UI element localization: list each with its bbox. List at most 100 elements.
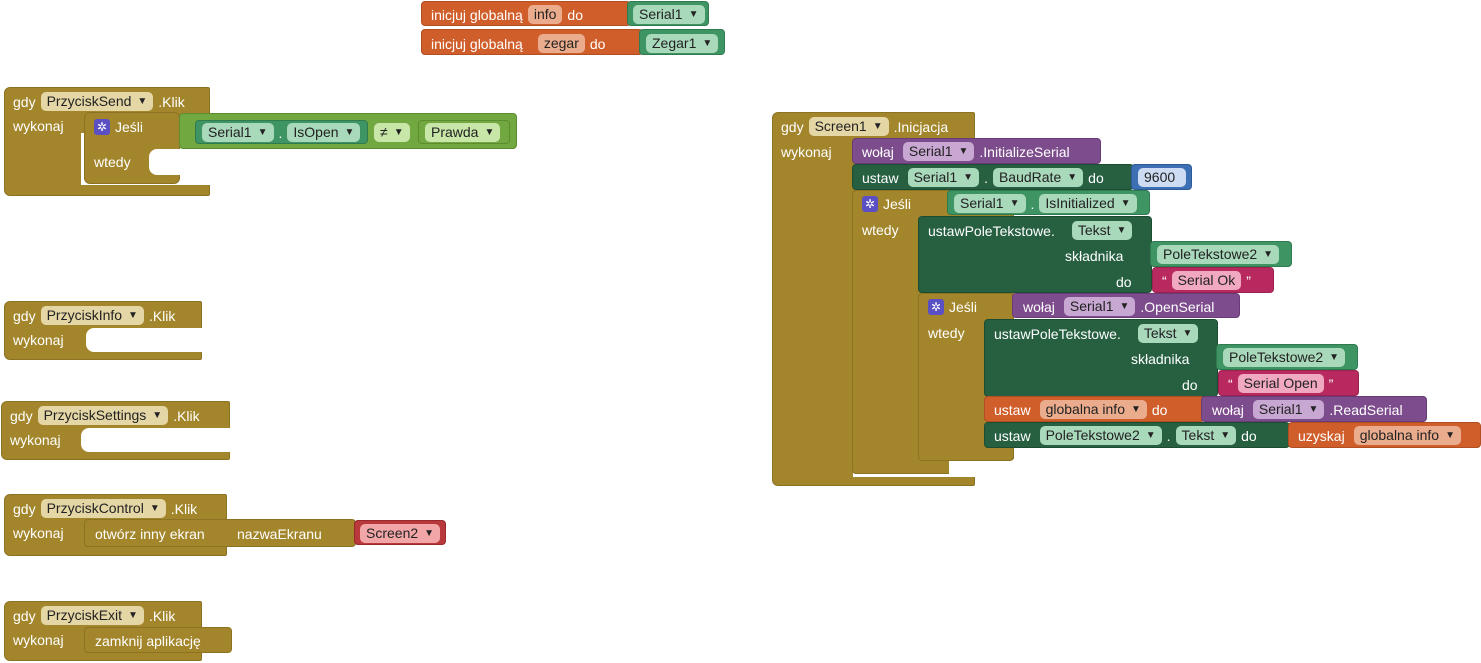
component-dropdown[interactable]: Serial1 ▼	[202, 123, 274, 142]
quote-close: ”	[1246, 272, 1251, 289]
component-block[interactable]: PoleTekstowe2 ▼	[1216, 344, 1358, 370]
chevron-down-icon: ▼	[1182, 327, 1193, 339]
component-dropdown[interactable]: PoleTekstowe2 ▼	[1039, 426, 1162, 445]
component-block[interactable]: PoleTekstowe2 ▼	[1150, 241, 1292, 267]
component-dropdown[interactable]: Serial1 ▼	[954, 194, 1026, 213]
global-info-block[interactable]: inicjuj globalną info do	[421, 1, 631, 26]
set-global-block[interactable]: ustaw globalna info ▼ do	[984, 396, 1205, 422]
screen-name-param: nazwaEkranu	[237, 526, 322, 542]
component-dropdown[interactable]: PrzyciskSettings ▼	[37, 406, 169, 425]
chevron-down-icon: ▼	[484, 126, 495, 138]
gear-icon[interactable]: ✲	[928, 299, 944, 315]
chevron-down-icon: ▼	[1145, 429, 1156, 441]
chevron-down-icon: ▼	[1120, 197, 1131, 209]
do-label: do	[589, 35, 606, 52]
call-open-serial[interactable]: wołaj Serial1 ▼ .OpenSerial	[1012, 293, 1240, 318]
number-field[interactable]: 9600	[1138, 168, 1186, 187]
if-block[interactable]: ✲ Jeśli wtedy	[84, 112, 181, 184]
wykonaj-label: wykonaj	[13, 118, 64, 134]
get-global-block[interactable]: uzyskaj globalna info ▼	[1288, 422, 1481, 448]
statement-slot	[86, 328, 203, 352]
chevron-down-icon: ▼	[872, 120, 883, 132]
component-dropdown[interactable]: PrzyciskInfo ▼	[40, 306, 144, 325]
component-dropdown[interactable]: Serial1 ▼	[1252, 400, 1325, 419]
call-label: wołaj	[1212, 401, 1244, 418]
dot-label: .	[1166, 427, 1171, 444]
component-dropdown[interactable]: Zegar1 ▼	[646, 34, 719, 53]
component-dropdown[interactable]: Screen1 ▼	[808, 117, 889, 136]
screen-dropdown[interactable]: Screen2 ▼	[360, 524, 441, 543]
chevron-down-icon: ▼	[424, 527, 435, 539]
component-dropdown[interactable]: Serial1 ▼	[907, 168, 980, 187]
component-dropdown[interactable]: PrzyciskControl ▼	[40, 499, 166, 518]
boolean-block[interactable]: Prawda ▼	[418, 120, 510, 144]
set-baudrate-block[interactable]: ustaw Serial1 ▼ . BaudRate ▼ do	[852, 164, 1134, 190]
do-label: do	[1088, 169, 1104, 186]
global-zegar-block[interactable]: inicjuj globalną zegar do	[421, 29, 643, 55]
gear-icon[interactable]: ✲	[94, 119, 110, 135]
screen-name-block[interactable]: Screen2 ▼	[354, 520, 446, 545]
chevron-down-icon: ▼	[1263, 248, 1274, 260]
property-dropdown[interactable]: BaudRate ▼	[992, 168, 1084, 187]
component-dropdown[interactable]: PoleTekstowe2 ▼	[1223, 348, 1346, 367]
event-label: .Klik	[148, 607, 176, 624]
chevron-down-icon: ▼	[1119, 300, 1130, 312]
call-initialize-serial[interactable]: wołaj Serial1 ▼ .InitializeSerial	[852, 138, 1101, 164]
global-name-field[interactable]: info	[527, 5, 563, 24]
component-block[interactable]: Zegar1 ▼	[639, 29, 725, 55]
property-dropdown[interactable]: IsInitialized ▼	[1039, 194, 1137, 213]
call-read-serial[interactable]: wołaj Serial1 ▼ .ReadSerial	[1201, 396, 1427, 422]
close-app-block[interactable]: zamknij aplikację	[84, 627, 232, 653]
dot-label: .	[1030, 195, 1035, 212]
chevron-down-icon: ▼	[1009, 197, 1020, 209]
chevron-down-icon: ▼	[1308, 403, 1319, 415]
close-app-label: zamknij aplikację	[95, 633, 201, 649]
number-block[interactable]: 9600	[1131, 164, 1192, 190]
isinitialized-getter[interactable]: Serial1 ▼ . IsInitialized ▼	[947, 190, 1150, 215]
global-name-field[interactable]: zegar	[537, 34, 585, 53]
gdy-label: gdy	[781, 118, 804, 135]
gdy-label: gdy	[13, 500, 36, 517]
gear-icon[interactable]: ✲	[862, 196, 878, 212]
component-dropdown[interactable]: PrzyciskExit ▼	[40, 606, 144, 625]
chevron-down-icon: ▼	[257, 126, 268, 138]
text-field[interactable]: Serial Open	[1237, 374, 1324, 393]
component-dropdown[interactable]: PrzyciskSend ▼	[40, 92, 154, 111]
component-block[interactable]: Serial1 ▼	[627, 1, 709, 26]
set-property-block[interactable]: ustaw PoleTekstowe2 ▼ . Tekst ▼ do	[984, 422, 1290, 448]
event-przyciskinfo-klik[interactable]: gdy PrzyciskInfo ▼ .Klik wykonaj	[4, 301, 203, 360]
variable-dropdown[interactable]: globalna info ▼	[1353, 426, 1461, 445]
set-label: ustaw	[862, 169, 899, 186]
operator-dropdown[interactable]: ≠ ▼	[374, 123, 410, 142]
text-block[interactable]: “ Serial Open ”	[1218, 370, 1359, 396]
chevron-down-icon: ▼	[1116, 224, 1127, 236]
set-textbox-block[interactable]: ustawPoleTekstowe. Tekst ▼ składnika do	[918, 216, 1152, 293]
chevron-down-icon: ▼	[149, 502, 160, 514]
component-dropdown[interactable]: Serial1 ▼	[633, 5, 705, 24]
component-getter[interactable]: Serial1 ▼ . IsOpen ▼	[195, 120, 368, 144]
wykonaj-label: wykonaj	[13, 332, 64, 348]
property-dropdown[interactable]: Tekst ▼	[1071, 221, 1133, 240]
quote-open: “	[1228, 375, 1233, 392]
property-dropdown[interactable]: Tekst ▼	[1175, 426, 1237, 445]
property-dropdown[interactable]: Tekst ▼	[1137, 324, 1199, 343]
component-dropdown[interactable]: PoleTekstowe2 ▼	[1157, 245, 1280, 264]
if-label: Jeśli	[115, 119, 144, 135]
chevron-down-icon: ▼	[393, 126, 404, 138]
boolean-dropdown[interactable]: Prawda ▼	[425, 123, 501, 142]
set-textbox-block[interactable]: ustawPoleTekstowe. Tekst ▼ składnika do	[984, 319, 1218, 397]
event-przycisksettings-klik[interactable]: gdy PrzyciskSettings ▼ .Klik wykonaj	[1, 401, 231, 460]
variable-dropdown[interactable]: globalna info ▼	[1039, 400, 1147, 419]
open-screen-block[interactable]: otwórz inny ekran nazwaEkranu	[84, 519, 356, 547]
compare-block[interactable]: Serial1 ▼ . IsOpen ▼ ≠ ▼ Prawda ▼	[179, 113, 517, 149]
event-label: .Inicjacja	[893, 118, 949, 135]
component-dropdown[interactable]: Serial1 ▼	[902, 142, 975, 161]
event-label: .Klik	[148, 307, 176, 324]
dot-label: .	[984, 169, 988, 186]
set-label: ustaw	[994, 401, 1031, 418]
set-textbox-label: ustawPoleTekstowe.	[928, 222, 1055, 239]
component-dropdown[interactable]: Serial1 ▼	[1063, 297, 1136, 316]
property-dropdown[interactable]: IsOpen ▼	[287, 123, 361, 142]
text-field[interactable]: Serial Ok	[1171, 271, 1242, 290]
text-block[interactable]: “ Serial Ok ”	[1152, 267, 1274, 293]
